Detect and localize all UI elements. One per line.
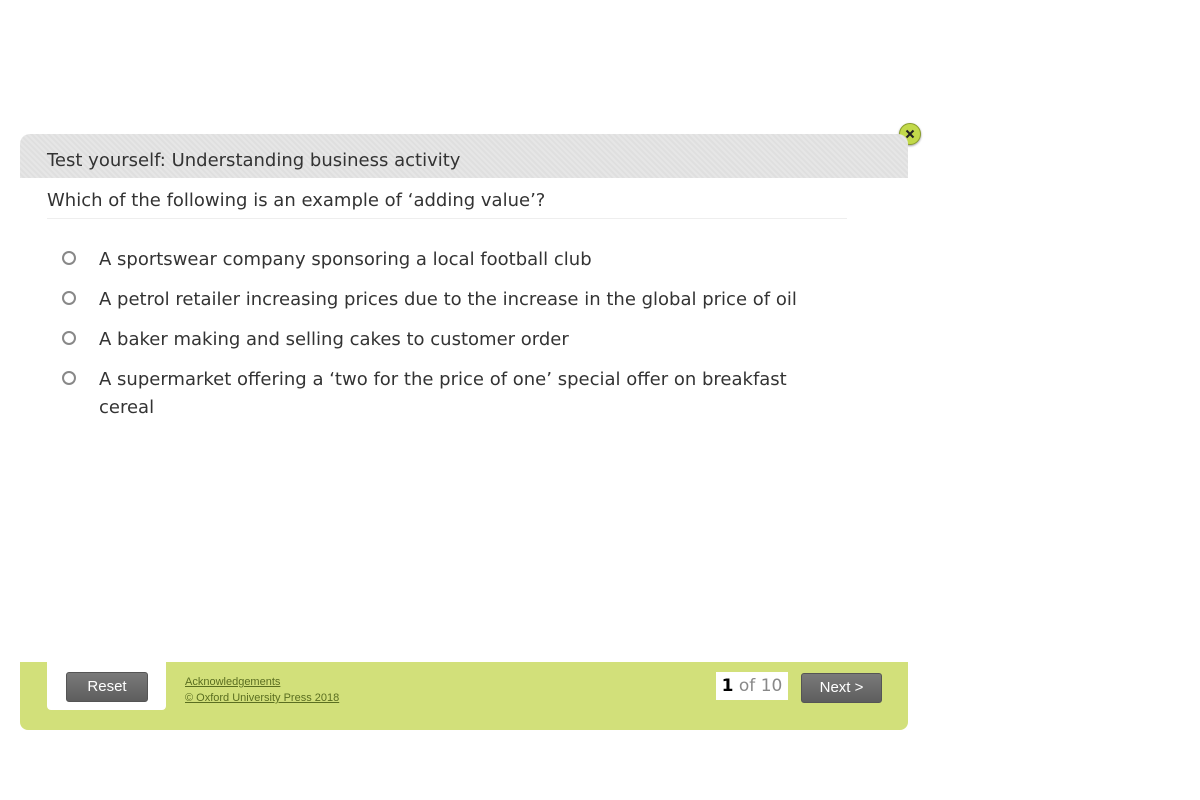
answer-option-label[interactable]: A sportswear company sponsoring a local …: [99, 246, 839, 274]
radio-button-icon[interactable]: [62, 291, 76, 305]
quiz-footer: Reset Acknowledgements © Oxford Universi…: [20, 662, 908, 730]
quiz-panel: Test yourself: Understanding business ac…: [20, 134, 908, 730]
footer-links: Acknowledgements © Oxford University Pre…: [185, 674, 339, 706]
radio-button-icon[interactable]: [62, 331, 76, 345]
reset-button[interactable]: Reset: [66, 672, 148, 702]
answer-option-label[interactable]: A petrol retailer increasing prices due …: [99, 286, 839, 314]
answer-option-4[interactable]: A supermarket offering a ‘two for the pr…: [56, 366, 856, 422]
page-counter: 1 of 10: [716, 672, 788, 700]
radio-button-icon[interactable]: [62, 251, 76, 265]
copyright-link[interactable]: © Oxford University Press 2018: [185, 690, 339, 706]
page-current: 1: [721, 676, 734, 696]
quiz-header: Test yourself: Understanding business ac…: [20, 134, 908, 178]
answer-option-2[interactable]: A petrol retailer increasing prices due …: [56, 286, 856, 314]
answer-option-label[interactable]: A supermarket offering a ‘two for the pr…: [99, 366, 839, 422]
next-button[interactable]: Next >: [801, 673, 882, 703]
radio-button-icon[interactable]: [62, 371, 76, 385]
answer-options: A sportswear company sponsoring a local …: [56, 246, 856, 434]
answer-option-3[interactable]: A baker making and selling cakes to cust…: [56, 326, 856, 354]
page-total: of 10: [738, 676, 783, 696]
acknowledgements-link[interactable]: Acknowledgements: [185, 674, 339, 690]
question-text: Which of the following is an example of …: [47, 190, 546, 211]
question-divider: [47, 218, 847, 219]
answer-option-label[interactable]: A baker making and selling cakes to cust…: [99, 326, 839, 354]
answer-option-1[interactable]: A sportswear company sponsoring a local …: [56, 246, 856, 274]
quiz-title: Test yourself: Understanding business ac…: [47, 150, 461, 171]
